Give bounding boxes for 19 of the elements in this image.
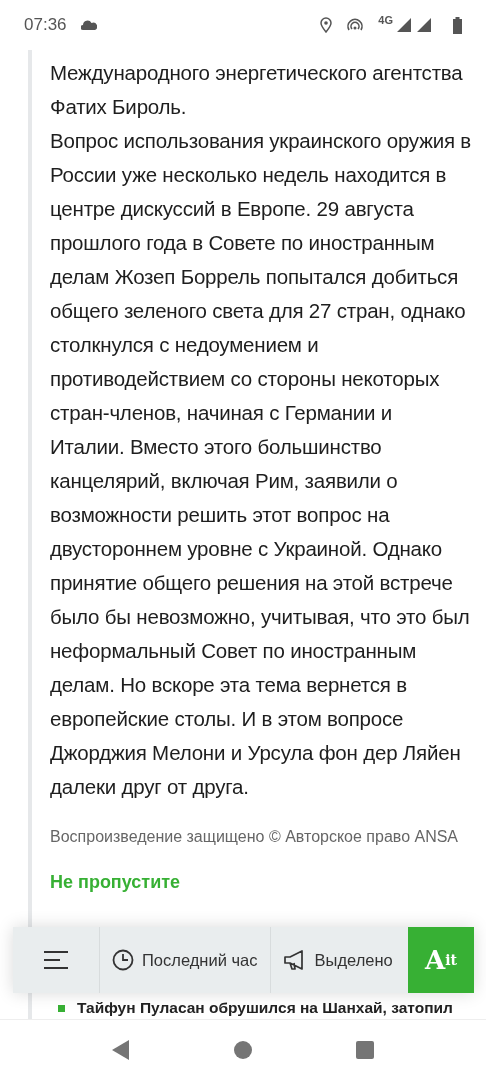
hotspot-icon <box>346 18 365 32</box>
clock-icon <box>112 949 134 971</box>
copyright-notice: Воспроизведение защищено © Авторское право ANSA <box>50 827 460 847</box>
network-type: 4G <box>378 14 393 26</box>
cloud-icon <box>80 20 97 30</box>
toolbar-button[interactable]: Последний час <box>100 927 271 993</box>
section-heading: Не пропустите <box>50 872 182 893</box>
bullet-icon <box>58 1004 65 1012</box>
back-icon[interactable] <box>112 1040 130 1060</box>
related-link[interactable]: Тайфун Пуласан обрушился на Шанхай, затопил <box>77 999 453 1017</box>
home-icon[interactable] <box>234 1041 252 1059</box>
battery-icon <box>453 16 462 34</box>
article-paragraph: Международного энергетического агентства Фатих Бироль. <box>50 60 464 120</box>
article-paragraph: Вопрос использования украинского оружия в России уже несколько недель находится в центре дискуссий в Европе. 29 августа прошлого года в Совете по иностранным делам Жозеп Боррель попытался добиться общего зеленого света для 27 стран, однако столкнулся с недоумением и противодействием со стороны некоторых стран-членов, начиная с Германии и Италии. Вместо этого большинство канцелярий, включая Рим, заявили о возможности решить этот вопрос на двустороннем уровне с Украиной. Однако принятие общего решения на этой встрече было бы невозможно, учитывая, что это был неформальный Совет по иностранным делам. Но вскоре эта тема вернется в европейские столы. И в этом вопросе Джорджия Мелони и Урсула фон дер Ляйен далеки друг от друга. <box>50 128 472 800</box>
menu-icon <box>43 950 69 970</box>
status-time: 07:36 <box>24 15 67 35</box>
location-icon <box>320 17 333 33</box>
menu-button[interactable] <box>13 927 100 993</box>
toolbar-button[interactable]: Выделено <box>270 927 405 993</box>
